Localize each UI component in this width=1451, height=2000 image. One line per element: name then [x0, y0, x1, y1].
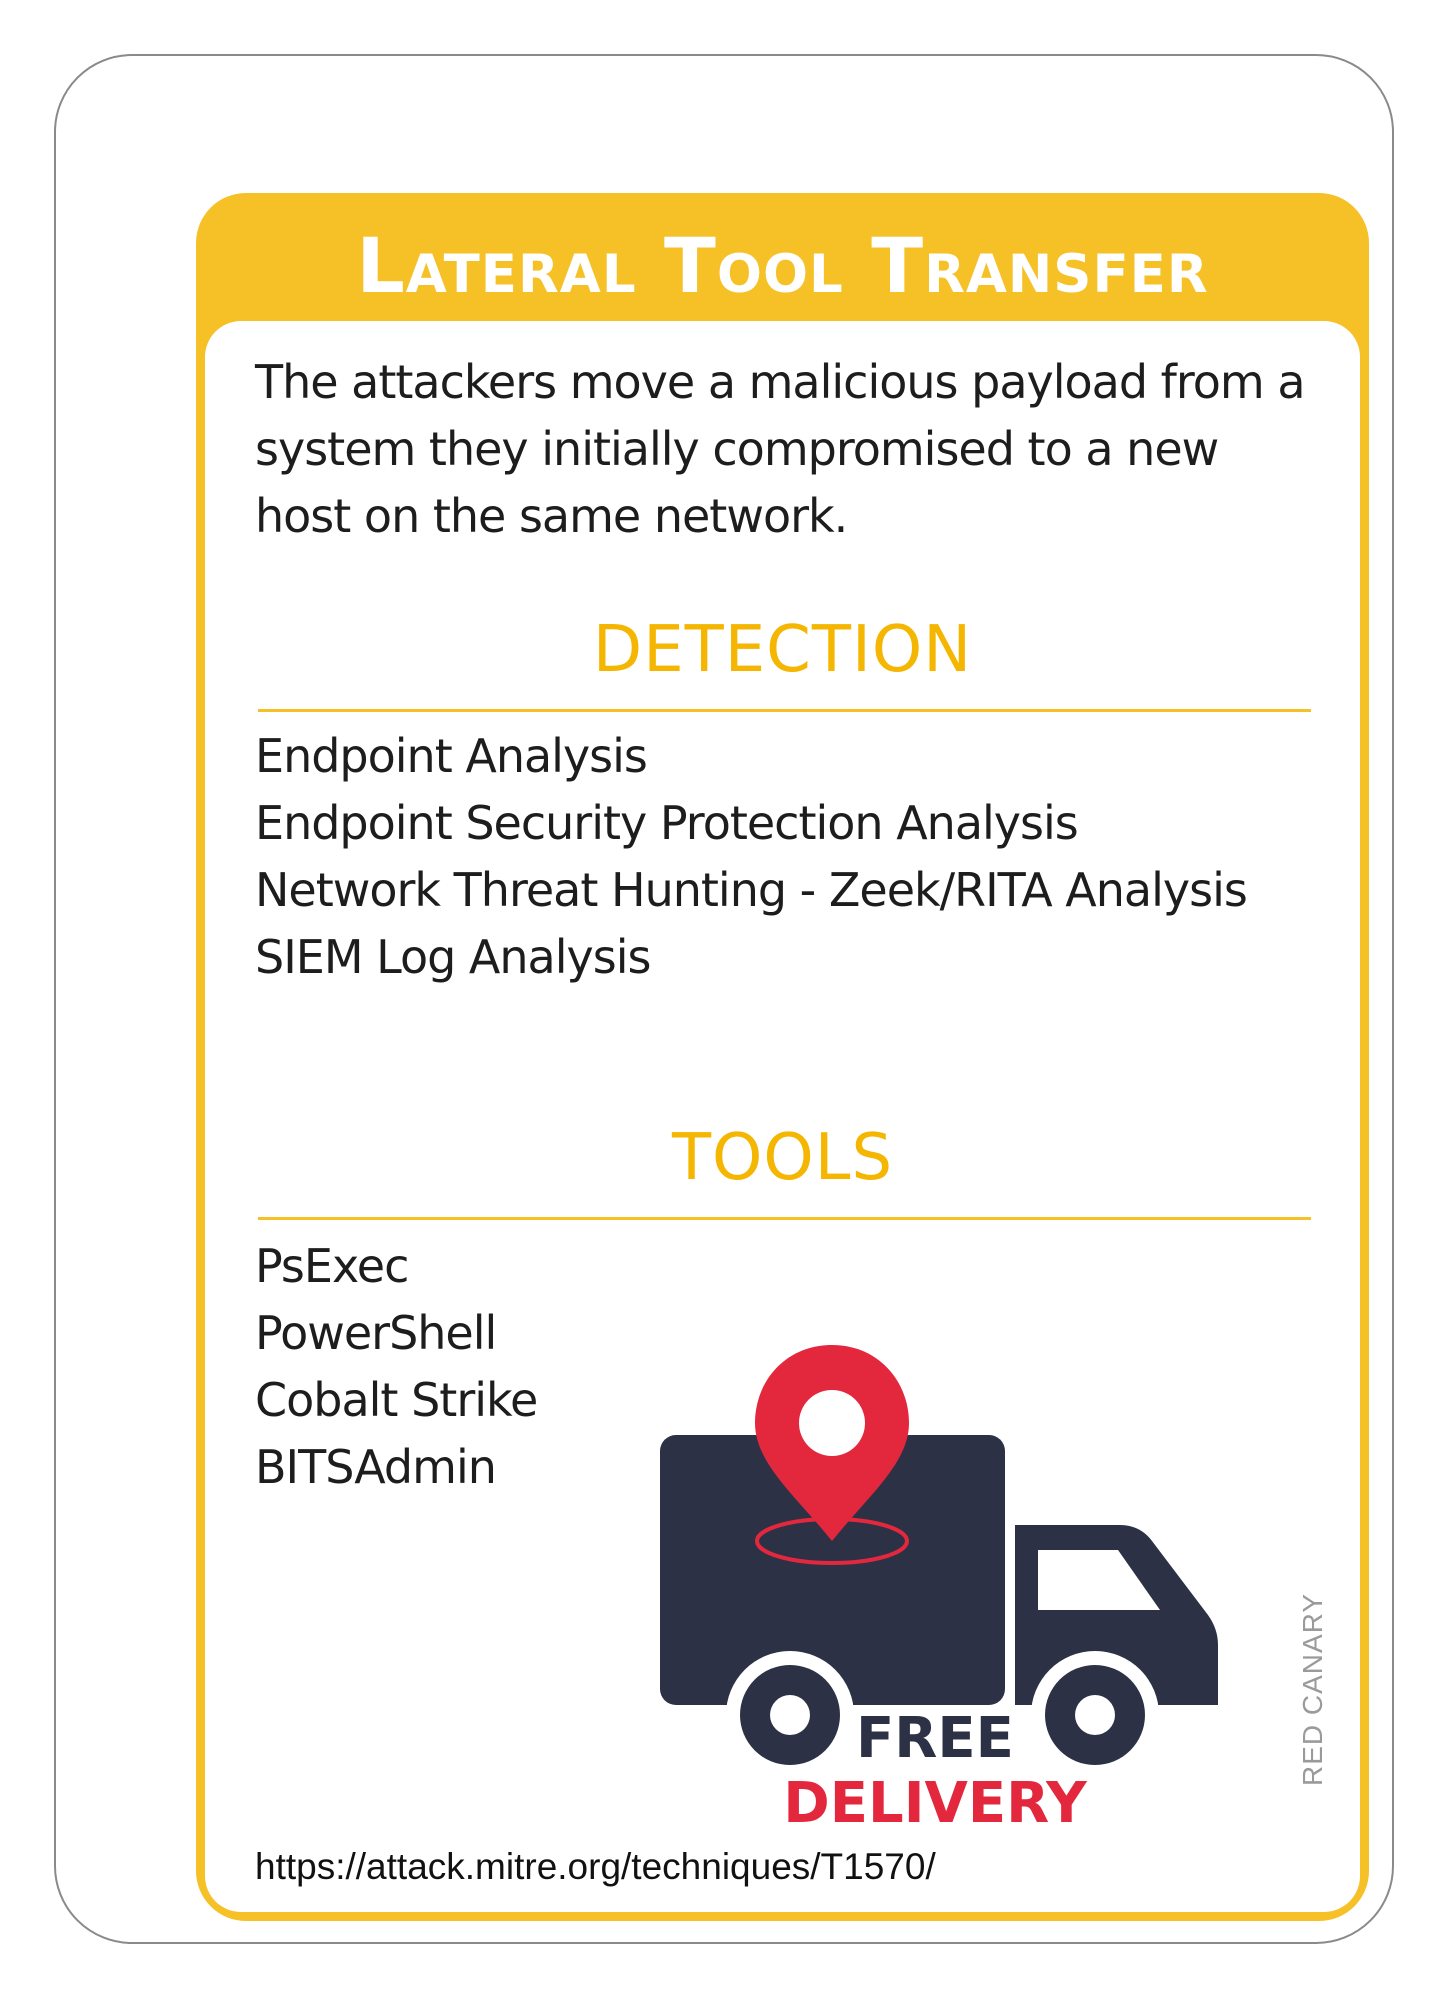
brand-label: RED CANARY: [1297, 1592, 1328, 1786]
detection-item: SIEM Log Analysis: [255, 930, 651, 984]
card: Lateral Tool Transfer The attackers move…: [54, 54, 1394, 1944]
detection-item: Endpoint Security Protection Analysis: [255, 796, 1079, 850]
tools-divider: [258, 1217, 1311, 1220]
tool-item: PsExec: [255, 1239, 409, 1293]
detection-divider: [258, 709, 1311, 712]
detection-heading: DETECTION: [592, 613, 973, 687]
tool-item: BITSAdmin: [255, 1440, 497, 1494]
card-description: The attackers move a malicious payload f…: [255, 355, 1306, 543]
tool-item: PowerShell: [255, 1306, 497, 1360]
tool-item: Cobalt Strike: [255, 1373, 538, 1427]
free-label: FREE: [856, 1706, 1014, 1771]
detection-item: Network Threat Hunting - Zeek/RITA Analy…: [255, 863, 1248, 917]
tools-list: PsExec PowerShell Cobalt Strike BITSAdmi…: [255, 1233, 538, 1501]
card-body: The attackers move a malicious payload f…: [205, 321, 1360, 1912]
tools-heading: TOOLS: [671, 1121, 894, 1195]
detection-list: Endpoint Analysis Endpoint Security Prot…: [255, 723, 1248, 991]
reference-url: https://attack.mitre.org/techniques/T157…: [255, 1846, 936, 1887]
free-delivery-label: FREE DELIVERY: [715, 1706, 1155, 1836]
card-frame: Lateral Tool Transfer The attackers move…: [196, 193, 1369, 1921]
delivery-label: DELIVERY: [783, 1771, 1087, 1836]
detection-item: Endpoint Analysis: [255, 729, 648, 783]
card-title: Lateral Tool Transfer: [356, 220, 1209, 310]
